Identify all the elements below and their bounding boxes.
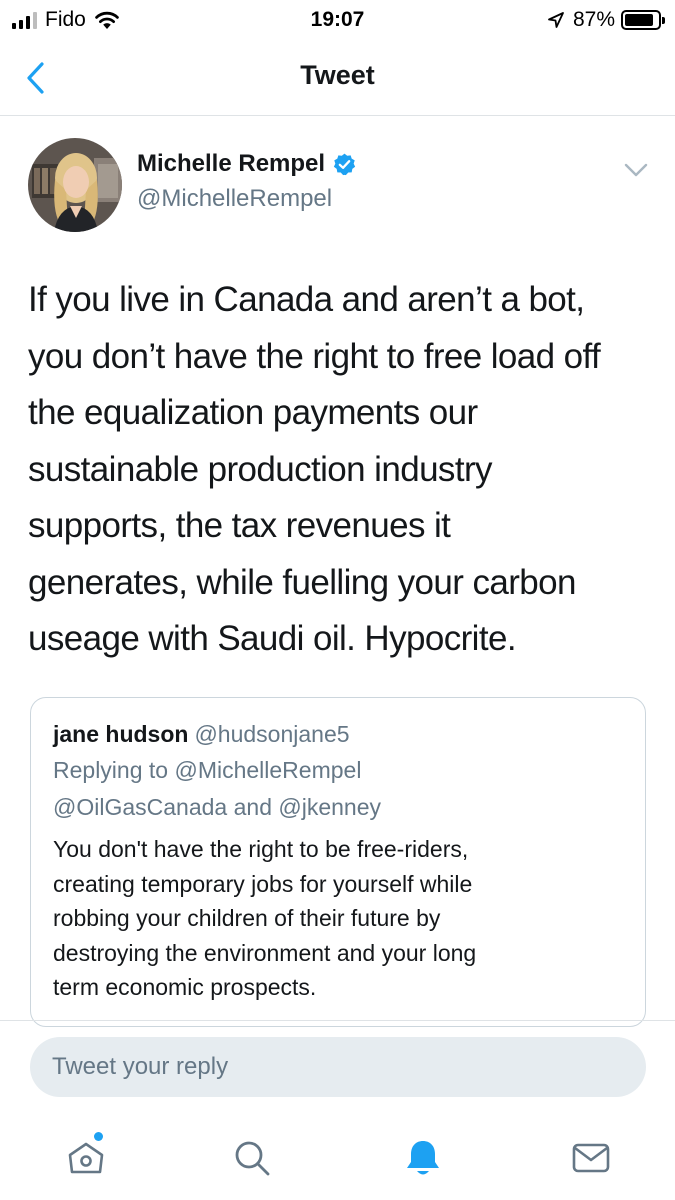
quoted-author-row: jane hudson @hudsonjane5 <box>53 718 628 750</box>
author-handle[interactable]: @MichelleRempel <box>137 185 332 213</box>
quoted-tweet-content: jane hudson @hudsonjane5 Replying to @Mic… <box>53 718 628 1005</box>
bell-icon <box>407 1141 439 1175</box>
location-arrow-icon <box>548 12 564 28</box>
avatar-photo <box>28 138 122 232</box>
chevron-down-icon[interactable] <box>623 160 649 180</box>
status-right: 87% <box>547 8 665 32</box>
search-icon <box>235 1141 270 1176</box>
status-bar: Fido 19:07 87% <box>0 0 675 40</box>
author-name-row[interactable]: Michelle Rempel <box>137 150 357 178</box>
tab-notifications[interactable] <box>393 1130 453 1186</box>
quoted-tweet-text: You don't have the right to be free-ride… <box>53 836 477 1000</box>
divider <box>0 1020 675 1021</box>
quoted-author-handle: @hudsonjane5 <box>194 721 350 747</box>
battery-percent: 87% <box>572 8 615 31</box>
battery-fill <box>625 14 653 26</box>
avatar[interactable] <box>28 138 122 232</box>
tweet-text: If you live in Canada and aren’t a bot, … <box>28 280 601 658</box>
quoted-author-name: jane hudson <box>53 721 189 747</box>
tab-search[interactable] <box>222 1130 282 1186</box>
reply-input[interactable]: Tweet your reply <box>30 1037 646 1097</box>
verified-badge-icon <box>333 153 356 175</box>
reply-placeholder: Tweet your reply <box>52 1053 229 1080</box>
replying-to-label: Replying to <box>53 757 169 783</box>
replying-to-and: and <box>233 794 272 820</box>
mention-link[interactable]: @OilGasCanada <box>53 794 227 820</box>
battery-icon <box>621 10 665 30</box>
author-name[interactable]: Michelle Rempel <box>137 150 325 178</box>
mention-link[interactable]: @MichelleRempel <box>174 757 361 783</box>
tab-messages[interactable] <box>561 1130 621 1186</box>
mention-link[interactable]: @jkenney <box>278 794 381 820</box>
tab-home[interactable] <box>56 1130 116 1186</box>
quoted-tweet-card[interactable]: jane hudson @hudsonjane5 Replying to @Mic… <box>30 697 646 1027</box>
nav-bar: Tweet <box>0 40 675 116</box>
mail-icon <box>572 1143 610 1173</box>
replying-to-context: Replying to @MichelleRempel @OilGasCanad… <box>53 752 628 826</box>
page-title: Tweet <box>300 60 375 90</box>
home-icon <box>68 1142 104 1174</box>
tab-bar <box>0 1110 675 1200</box>
notification-dot <box>94 1132 103 1141</box>
